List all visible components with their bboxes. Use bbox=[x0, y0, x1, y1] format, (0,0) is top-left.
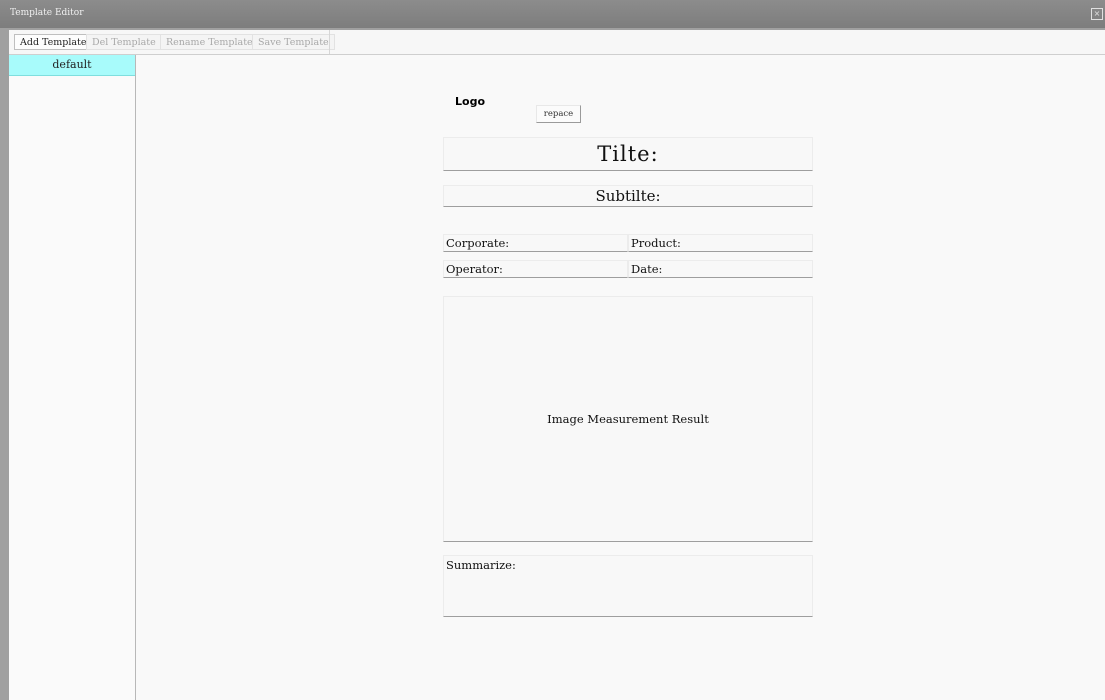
toolbar-divider bbox=[329, 30, 330, 54]
rename-template-button[interactable]: Rename Template bbox=[160, 34, 259, 50]
add-template-button[interactable]: Add Template bbox=[14, 34, 93, 50]
toolbar: Add Template Del Template Rename Templat… bbox=[9, 30, 1105, 55]
window-client: Add Template Del Template Rename Templat… bbox=[9, 30, 1105, 700]
date-field[interactable]: Date: bbox=[628, 260, 813, 278]
del-template-button[interactable]: Del Template bbox=[86, 34, 162, 50]
operator-field[interactable]: Operator: bbox=[443, 260, 628, 278]
template-canvas: Logo repace Tilte: Subtilte: Corporate: … bbox=[136, 55, 1105, 700]
image-result-label: Image Measurement Result bbox=[547, 412, 709, 426]
window-titlebar: Template Editor × bbox=[0, 0, 1105, 28]
save-template-button[interactable]: Save Template bbox=[252, 34, 335, 50]
title-field[interactable]: Tilte: bbox=[443, 137, 813, 171]
template-list-item-default[interactable]: default bbox=[9, 55, 135, 76]
close-icon[interactable]: × bbox=[1091, 8, 1103, 20]
window-title: Template Editor bbox=[10, 8, 84, 18]
template-list: default bbox=[9, 55, 136, 700]
replace-logo-button[interactable]: repace bbox=[536, 105, 581, 123]
summarize-field[interactable]: Summarize: bbox=[443, 555, 813, 617]
product-field[interactable]: Product: bbox=[628, 234, 813, 252]
corporate-field[interactable]: Corporate: bbox=[443, 234, 628, 252]
subtitle-field[interactable]: Subtilte: bbox=[443, 185, 813, 207]
image-result-area: Image Measurement Result bbox=[443, 296, 813, 542]
logo-label: Logo bbox=[455, 95, 485, 108]
